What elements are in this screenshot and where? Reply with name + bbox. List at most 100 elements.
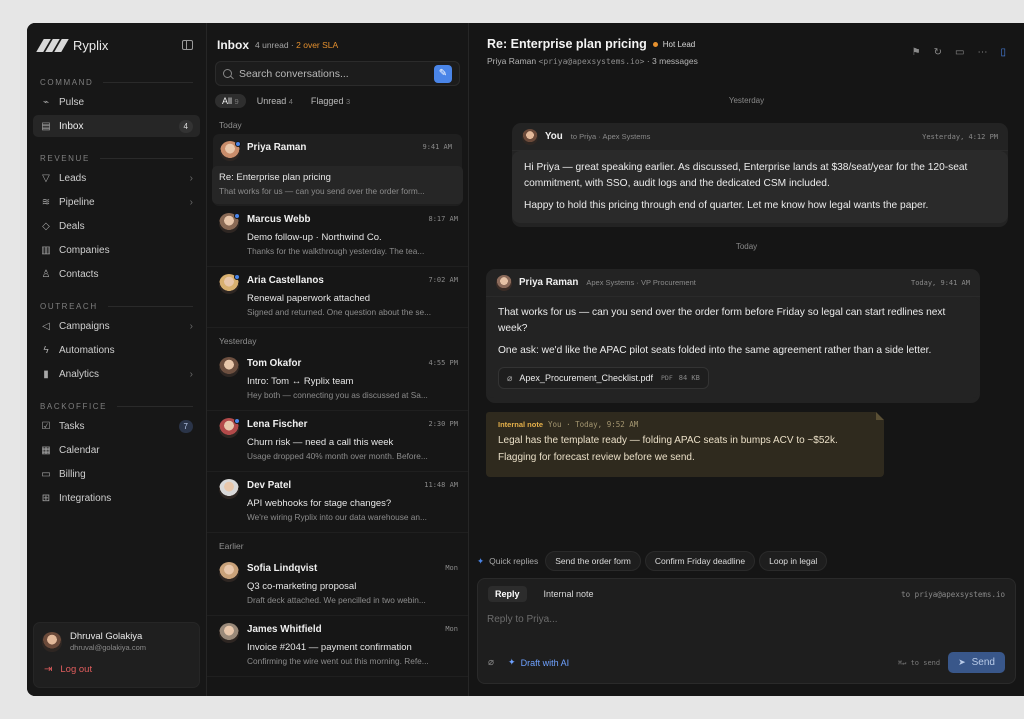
sidebar-item-label: Billing: [59, 468, 86, 480]
sidebar-item-contacts[interactable]: ♙ Contacts: [33, 263, 200, 285]
more-icon[interactable]: ⋯: [977, 47, 987, 58]
sidebar-item-pipeline[interactable]: ≋ Pipeline ›: [33, 191, 200, 213]
bar-chart-icon: ▮: [43, 368, 49, 380]
conversation-item[interactable]: Lena Fischer 2:30 PM Churn risk — need a c…: [207, 411, 468, 472]
contact-name: Aria Castellanos: [247, 274, 324, 286]
sidebar-item-tasks[interactable]: ☑ Tasks 7: [33, 415, 200, 437]
reply-input[interactable]: Reply to Priya...: [487, 614, 558, 625]
message-time: Yesterday, 4:12 PM: [922, 132, 998, 141]
conversation-item[interactable]: Marcus Webb 8:17 AM Demo follow-up · North…: [207, 206, 468, 267]
conversation-subject: Q3 co-marketing proposal: [247, 581, 357, 592]
sidebar-item-label: Leads: [59, 172, 87, 184]
sidebar-item-billing[interactable]: ▭ Billing: [33, 463, 200, 485]
archive-icon[interactable]: ▭: [955, 47, 964, 58]
send-icon: ➤: [958, 657, 966, 667]
group-label: Today: [219, 120, 242, 130]
conversation-item[interactable]: Sofia Lindqvist Mon Q3 co-marketing propos…: [207, 555, 468, 616]
conversation-preview: Draft deck attached. We pencilled in two…: [247, 595, 426, 605]
send-button[interactable]: ➤ Send: [948, 652, 1005, 673]
sidebar-item-integrations[interactable]: ⊞ Integrations: [33, 487, 200, 509]
conversation-item[interactable]: James Whitfield Mon Invoice #2041 — paymen…: [207, 616, 468, 677]
chevron-right-icon: ›: [189, 320, 193, 332]
conversation-time: Mon: [445, 564, 458, 572]
sidebar-item-campaigns[interactable]: ◁ Campaigns ›: [33, 315, 200, 337]
logout-icon: ⇥: [44, 664, 53, 675]
sidebar-item-analytics[interactable]: ▮ Analytics ›: [33, 363, 200, 385]
sidebar-item-leads[interactable]: ▽ Leads ›: [33, 167, 200, 189]
filter-count: 3: [345, 97, 351, 106]
conversation-subject: Churn risk — need a call this week: [247, 437, 394, 448]
sidebar-item-automations[interactable]: ϟ Automations: [33, 339, 200, 361]
sidebar-item-label: Pipeline: [59, 196, 95, 208]
logout-button[interactable]: ⇥ Log out: [34, 652, 199, 675]
sidebar-item-label: Campaigns: [59, 320, 110, 332]
tab-internal-note[interactable]: Internal note: [537, 586, 601, 602]
attachment-size: 84 KB: [678, 374, 700, 382]
sidebar-item-label: Pulse: [59, 96, 85, 108]
note-line: Legal has the template ready — folding A…: [498, 435, 838, 446]
message-paragraph: Happy to hold this pricing through end o…: [524, 200, 929, 211]
draft-with-ai-button[interactable]: ✦ Draft with AI: [508, 657, 569, 668]
calendar-icon: ▦: [41, 444, 51, 456]
avatar: [42, 631, 62, 652]
message-count: · 3 messages: [644, 56, 698, 66]
conversation-preview: That works for us — can you send over th…: [219, 186, 425, 196]
quick-reply-chip[interactable]: Loop in legal: [759, 551, 828, 571]
conversation-preview: Thanks for the walkthrough yesterday. Th…: [247, 246, 425, 256]
pipeline-icon: ≋: [41, 196, 51, 208]
checkbox-icon: ☑: [41, 420, 51, 432]
user-name: Dhruval Golakiya: [70, 631, 143, 642]
sidebar-item-inbox[interactable]: ▤ Inbox 4: [33, 115, 200, 137]
panel-toggle-icon[interactable]: ▯: [1000, 47, 1006, 58]
section-title: REVENUE: [40, 153, 90, 163]
attachment[interactable]: ⌀ Apex_Procurement_Checklist.pdf PDF 84 …: [498, 367, 709, 389]
compose-icon[interactable]: ✎: [434, 64, 452, 83]
diamond-icon: ◇: [42, 220, 50, 232]
count-badge: 7: [178, 419, 193, 433]
quick-replies: ✦ Quick replies Send the order form Confi…: [477, 551, 831, 571]
conversation-preview: Usage dropped 40% month over month. Befo…: [247, 451, 428, 461]
search-input[interactable]: [239, 67, 434, 80]
tab-reply[interactable]: Reply: [488, 586, 527, 602]
sidebar-item-calendar[interactable]: ▦ Calendar: [33, 439, 200, 461]
sidebar-item-label: Contacts: [59, 268, 99, 280]
conversation-item[interactable]: Aria Castellanos 7:02 AM Renewal paperwork…: [207, 267, 468, 328]
inbox-icon: ▤: [41, 120, 51, 132]
message-paragraph: That works for us — can you send over th…: [498, 307, 946, 334]
inbox-title: Inbox: [217, 38, 249, 52]
avatar: [219, 357, 239, 377]
sidebar-section-label: REVENUE: [27, 151, 206, 165]
filter-all[interactable]: All 9: [215, 94, 246, 108]
sidebar-item-pulse[interactable]: ⌁ Pulse: [33, 91, 200, 113]
filter-unread[interactable]: Unread 4: [250, 94, 300, 108]
conversation-item[interactable]: Priya Raman 9:41 AM Re: Enterprise plan pr…: [212, 134, 463, 206]
sidebar-item-label: Analytics: [59, 368, 100, 380]
logout-label: Log out: [60, 664, 93, 675]
group-label: Yesterday: [219, 336, 257, 346]
attach-icon[interactable]: ⌀: [488, 657, 494, 668]
quick-reply-chip[interactable]: Confirm Friday deadline: [644, 551, 756, 571]
snooze-icon[interactable]: ↻: [934, 47, 942, 58]
sidebar-collapse-icon[interactable]: [182, 40, 193, 50]
count-badge: 4: [178, 119, 193, 133]
sidebar-item-companies[interactable]: ▥ Companies: [33, 239, 200, 261]
grid-icon: ⊞: [41, 492, 51, 504]
sparkle-icon: ✦: [508, 657, 516, 667]
quick-reply-chip[interactable]: Send the order form: [545, 551, 641, 571]
app-window: Ryplix COMMAND ⌁ Pulse ▤ Inbox 4 REVENUE ▽ Leads…: [27, 23, 1024, 696]
filter-count: 9: [234, 97, 239, 106]
flag-icon[interactable]: ⚑: [912, 47, 921, 58]
user-card[interactable]: Dhruval Golakiya dhruval@golakiya.com ⇥ …: [33, 622, 200, 688]
conversation-item[interactable]: Tom Okafor 4:55 PM Intro: Tom ↔ Ryplix tea…: [207, 350, 468, 411]
filter-flagged[interactable]: Flagged 3: [304, 94, 357, 108]
brand-name: Ryplix: [73, 37, 109, 53]
conversation-subject: Re: Enterprise plan pricing: [219, 172, 331, 183]
sidebar-item-deals[interactable]: ◇ Deals: [33, 215, 200, 237]
unread-count: 4 unread: [255, 40, 289, 50]
filter-label: Flagged: [310, 96, 344, 106]
conversation-item[interactable]: Dev Patel 11:48 AM API webhooks for stage …: [207, 472, 468, 533]
pulse-icon: ⌁: [42, 96, 50, 108]
building-icon: ▥: [41, 244, 51, 256]
message-outgoing: You to Priya · Apex Systems Yesterday, 4…: [512, 123, 1008, 227]
sidebar-item-label: Automations: [59, 344, 115, 356]
